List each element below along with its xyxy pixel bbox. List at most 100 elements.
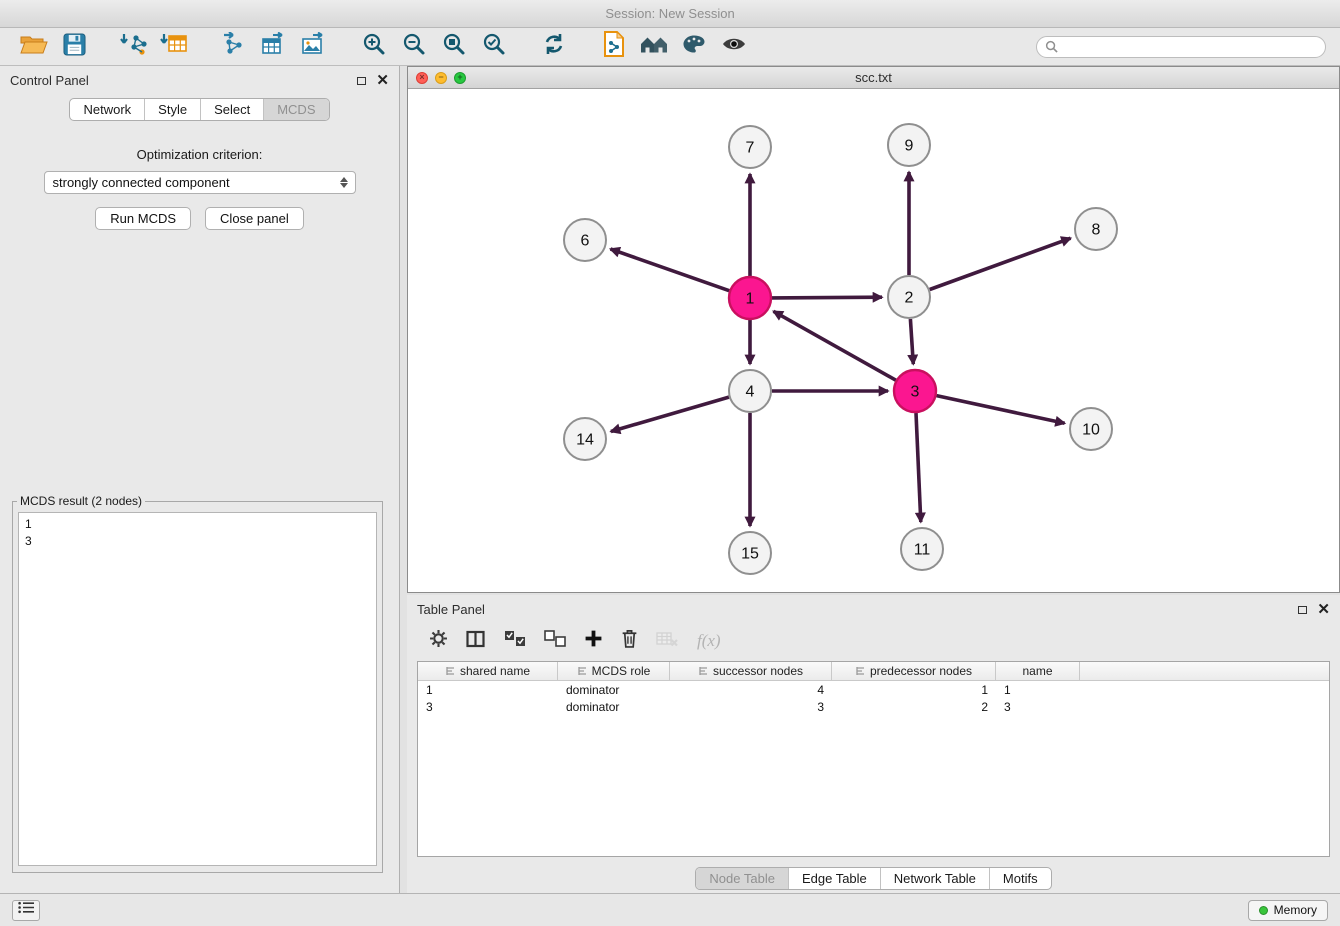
close-panel-button[interactable]: Close panel	[205, 207, 304, 230]
column-header-predecessor-nodes[interactable]: predecessor nodes	[832, 662, 996, 680]
graph-edge-1-2[interactable]	[772, 297, 882, 298]
search-icon	[1045, 40, 1058, 53]
cell-mcds-role[interactable]: dominator	[558, 683, 670, 697]
network-document-button[interactable]	[594, 31, 634, 63]
graph-edge-3-11[interactable]	[916, 413, 921, 522]
cell-successor-nodes[interactable]: 4	[670, 683, 832, 697]
zoom-fit-icon	[442, 32, 466, 61]
zoom-in-button[interactable]	[354, 31, 394, 63]
tab-mcds[interactable]: MCDS	[263, 99, 328, 120]
graph-edge-3-10[interactable]	[937, 396, 1065, 424]
network-canvas[interactable]: 1234678910111415	[408, 89, 1339, 592]
graph-edge-3-1[interactable]	[774, 311, 896, 380]
graph-node-label: 11	[914, 542, 931, 559]
application-window: Session: New Session	[0, 0, 1340, 926]
export-table-icon	[260, 32, 288, 61]
zoom-window-icon[interactable]: +	[454, 72, 466, 84]
network-window-titlebar[interactable]: scc.txt × − +	[408, 67, 1339, 89]
tab-select[interactable]: Select	[200, 99, 263, 120]
table-row[interactable]: 3 dominator 3 2 3	[418, 698, 1329, 715]
graph-node-label: 14	[576, 432, 594, 449]
export-network-button[interactable]	[214, 31, 254, 63]
graph-node-label: 8	[1092, 222, 1101, 239]
criterion-dropdown[interactable]: strongly connected component	[44, 171, 356, 194]
show-graphics-details-button[interactable]	[714, 31, 754, 63]
window-title: Session: New Session	[605, 6, 734, 21]
deselect-all-rows-icon[interactable]	[544, 630, 566, 652]
cell-shared-name[interactable]: 1	[418, 683, 558, 697]
memory-button[interactable]: Memory	[1248, 900, 1328, 921]
cell-predecessor-nodes[interactable]: 2	[832, 700, 996, 714]
network-graph[interactable]: 1234678910111415	[408, 89, 1339, 592]
float-table-panel-icon[interactable]	[1298, 606, 1307, 614]
graph-node-label: 1	[746, 291, 755, 308]
export-image-button[interactable]	[294, 31, 334, 63]
first-neighbors-button[interactable]	[634, 31, 674, 63]
graph-node-label: 9	[905, 138, 914, 155]
select-all-rows-icon[interactable]	[504, 630, 526, 652]
column-header-shared-name[interactable]: shared name	[418, 662, 558, 680]
window-titlebar: Session: New Session	[0, 0, 1340, 28]
add-column-icon[interactable]	[584, 629, 603, 653]
open-session-button[interactable]	[14, 31, 54, 63]
tab-motifs[interactable]: Motifs	[989, 868, 1051, 889]
tab-edge-table[interactable]: Edge Table	[788, 868, 880, 889]
cell-shared-name[interactable]: 3	[418, 700, 558, 714]
graph-edge-2-3[interactable]	[910, 319, 913, 364]
visual-styles-button[interactable]	[674, 31, 714, 63]
delete-column-icon[interactable]	[621, 629, 638, 653]
column-edit-icon	[698, 666, 709, 676]
function-builder-icon: f(x)	[697, 631, 721, 651]
zoom-selected-icon	[482, 32, 506, 61]
zoom-out-icon	[402, 32, 426, 61]
tab-network-table[interactable]: Network Table	[880, 868, 989, 889]
save-session-button[interactable]	[54, 31, 94, 63]
table-panel-title: Table Panel	[417, 602, 485, 617]
memory-status-icon	[1259, 906, 1268, 915]
column-header-successor-nodes[interactable]: successor nodes	[670, 662, 832, 680]
eye-icon	[721, 35, 747, 58]
refresh-view-button[interactable]	[534, 31, 574, 63]
zoom-fit-button[interactable]	[434, 31, 474, 63]
control-panel-title: Control Panel	[10, 73, 89, 88]
toolbar-search[interactable]	[1036, 36, 1326, 58]
import-table-button[interactable]	[154, 31, 194, 63]
graph-edge-1-6[interactable]	[611, 249, 730, 291]
tab-style[interactable]: Style	[144, 99, 200, 120]
column-header-name[interactable]: name	[996, 662, 1080, 680]
cell-mcds-role[interactable]: dominator	[558, 700, 670, 714]
close-panel-icon[interactable]: ✕	[376, 76, 389, 86]
network-document-icon	[602, 31, 626, 62]
mcds-result-text[interactable]: 1 3	[18, 512, 377, 866]
cell-name[interactable]: 1	[996, 683, 1080, 697]
cell-name[interactable]: 3	[996, 700, 1080, 714]
search-input[interactable]	[1063, 40, 1317, 54]
control-panel: Control Panel ✕ Network Style Select MCD…	[0, 66, 400, 893]
table-settings-gear-icon[interactable]	[429, 629, 448, 653]
minimize-window-icon[interactable]: −	[435, 72, 447, 84]
graph-edge-2-8[interactable]	[930, 238, 1071, 289]
close-window-icon[interactable]: ×	[416, 72, 428, 84]
column-edit-icon	[577, 666, 588, 676]
column-header-mcds-role[interactable]: MCDS role	[558, 662, 670, 680]
result-line: 3	[25, 533, 370, 550]
export-network-icon	[220, 32, 248, 61]
tab-network[interactable]: Network	[70, 99, 144, 120]
task-history-button[interactable]	[12, 900, 40, 921]
zoom-selected-button[interactable]	[474, 31, 514, 63]
cell-predecessor-nodes[interactable]: 1	[832, 683, 996, 697]
graph-node-label: 7	[746, 140, 755, 157]
close-table-panel-icon[interactable]: ✕	[1317, 605, 1330, 615]
run-mcds-button[interactable]: Run MCDS	[95, 207, 191, 230]
float-panel-icon[interactable]	[357, 77, 366, 85]
graph-edge-4-14[interactable]	[611, 397, 729, 431]
cell-successor-nodes[interactable]: 3	[670, 700, 832, 714]
memory-button-label: Memory	[1274, 903, 1317, 917]
list-icon	[18, 901, 35, 919]
table-row[interactable]: 1 dominator 4 1 1	[418, 681, 1329, 698]
split-column-icon[interactable]	[466, 630, 486, 653]
tab-node-table[interactable]: Node Table	[696, 868, 788, 889]
zoom-out-button[interactable]	[394, 31, 434, 63]
import-network-button[interactable]	[114, 31, 154, 63]
export-table-button[interactable]	[254, 31, 294, 63]
